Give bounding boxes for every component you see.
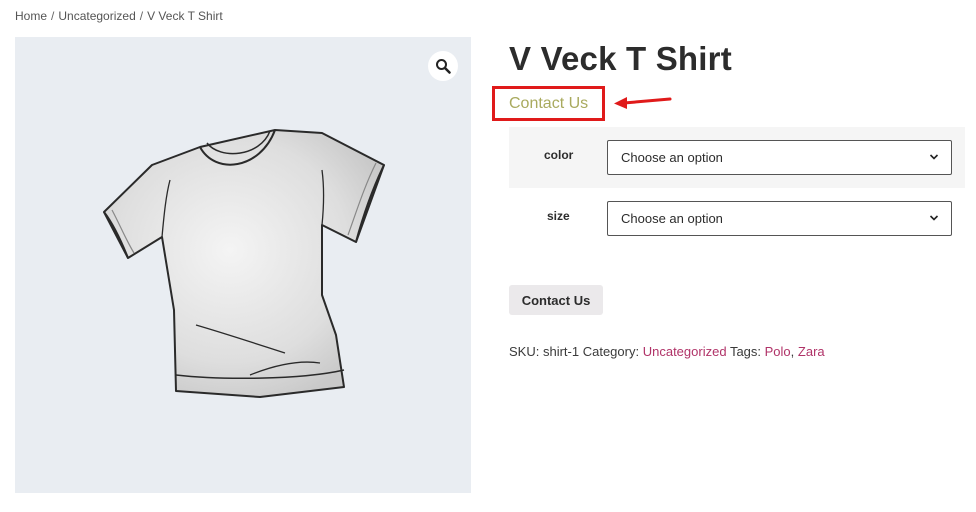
category-link[interactable]: Uncategorized [643,344,727,359]
annotation-arrow-icon [614,97,672,109]
chevron-down-icon [929,154,939,160]
category-label: Category: [582,344,640,359]
size-select[interactable]: Choose an option [607,201,952,236]
variations-table: color Choose an option size Choose an op… [509,127,965,249]
breadcrumb-separator: / [51,9,55,23]
zoom-button[interactable] [428,51,458,81]
select-value: Choose an option [621,150,723,165]
select-value: Choose an option [621,211,723,226]
breadcrumb-separator: / [139,9,144,23]
color-select[interactable]: Choose an option [607,140,952,175]
breadcrumb-current: V Veck T Shirt [147,9,223,23]
tag-link-zara[interactable]: Zara [798,344,825,359]
product-title: V Veck T Shirt [509,40,732,77]
breadcrumb-home[interactable]: Home [15,9,47,23]
magnifier-icon [436,59,451,74]
breadcrumb-category[interactable]: Uncategorized [58,9,135,23]
product-image[interactable] [100,125,390,400]
breadcrumb: Home / Uncategorized / V Veck T Shirt [15,9,223,23]
tag-separator: , [790,344,795,359]
product-meta: SKU: shirt-1 Category: Uncategorized Tag… [509,344,825,359]
contact-us-link[interactable]: Contact Us [492,86,605,121]
variation-label: size [547,209,570,223]
contact-us-button[interactable]: Contact Us [509,285,603,315]
variation-row-color: color Choose an option [509,127,965,188]
product-gallery [15,37,471,493]
chevron-down-icon [929,215,939,221]
variation-row-size: size Choose an option [509,188,965,249]
variation-label: color [544,148,574,162]
sku-value: shirt-1 [542,344,580,359]
tag-link-polo[interactable]: Polo [765,344,791,359]
sku-label: SKU: [509,344,540,359]
tags-label: Tags: [729,344,762,359]
